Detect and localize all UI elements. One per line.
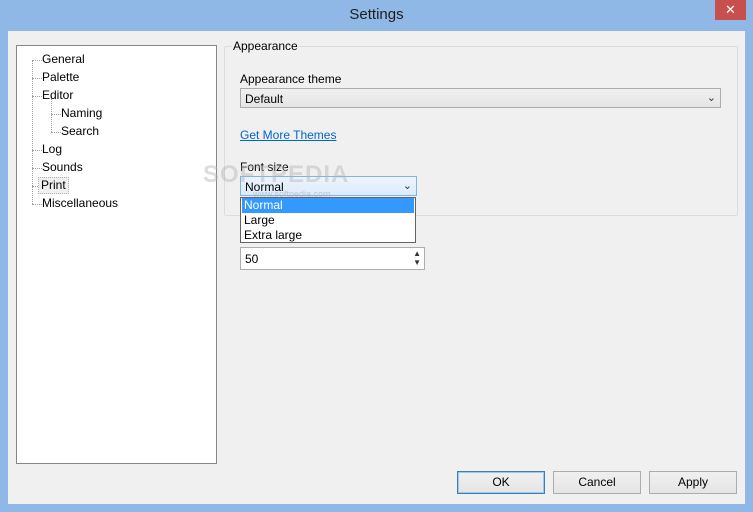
close-button[interactable]: ✕: [715, 0, 746, 20]
tree-item-naming[interactable]: Naming: [61, 105, 102, 122]
tree-item-sounds[interactable]: Sounds: [42, 159, 83, 176]
settings-window: Settings ✕ General Palette Editor Naming…: [0, 0, 753, 512]
tree-connector: [51, 132, 61, 134]
title-bar[interactable]: Settings ✕: [0, 0, 753, 31]
appearance-group-title: Appearance: [232, 39, 299, 53]
tree-connector: [32, 204, 42, 206]
tree-item-general[interactable]: General: [42, 51, 85, 68]
chevron-down-icon: ⌄: [706, 92, 716, 104]
chevron-down-icon[interactable]: ▼: [413, 258, 421, 267]
close-icon: ✕: [725, 2, 736, 17]
appearance-theme-select[interactable]: Default ⌄: [240, 88, 721, 108]
tree-connector: [32, 60, 34, 204]
tree-connector: [32, 150, 42, 152]
dropdown-option-normal[interactable]: Normal: [242, 198, 414, 213]
cancel-button[interactable]: Cancel: [553, 471, 641, 494]
tree-item-log[interactable]: Log: [42, 141, 62, 158]
tree-item-editor[interactable]: Editor: [42, 87, 73, 104]
window-title: Settings: [349, 6, 404, 23]
get-more-themes-link[interactable]: Get More Themes: [240, 128, 336, 142]
tree-connector: [51, 114, 61, 116]
spinbox-arrows[interactable]: ▲ ▼: [408, 248, 424, 269]
settings-tree[interactable]: General Palette Editor Naming Search Log…: [16, 45, 217, 464]
tree-connector: [32, 78, 42, 80]
chevron-up-icon[interactable]: ▲: [413, 249, 421, 258]
numeric-spinbox[interactable]: 50 ▲ ▼: [240, 247, 425, 270]
tree-connector: [32, 168, 42, 170]
tree-item-search[interactable]: Search: [61, 123, 99, 140]
font-size-dropdown-list[interactable]: Normal Large Extra large: [240, 197, 416, 243]
dropdown-option-large[interactable]: Large: [242, 213, 414, 228]
tree-connector: [32, 96, 42, 98]
appearance-theme-value: Default: [245, 92, 284, 106]
spinbox-value: 50: [245, 252, 259, 266]
ok-button[interactable]: OK: [457, 471, 545, 494]
tree-item-miscellaneous[interactable]: Miscellaneous: [42, 195, 118, 212]
appearance-theme-label: Appearance theme: [240, 72, 342, 86]
client-area: General Palette Editor Naming Search Log…: [8, 31, 745, 504]
dropdown-option-extra-large[interactable]: Extra large: [242, 228, 414, 243]
apply-button[interactable]: Apply: [649, 471, 737, 494]
chevron-down-icon: ⌄: [402, 180, 412, 192]
watermark: SOFTPEDIA: [203, 161, 350, 188]
tree-item-print[interactable]: Print: [38, 177, 69, 194]
tree-item-palette[interactable]: Palette: [42, 69, 79, 86]
tree-connector: [32, 60, 42, 62]
